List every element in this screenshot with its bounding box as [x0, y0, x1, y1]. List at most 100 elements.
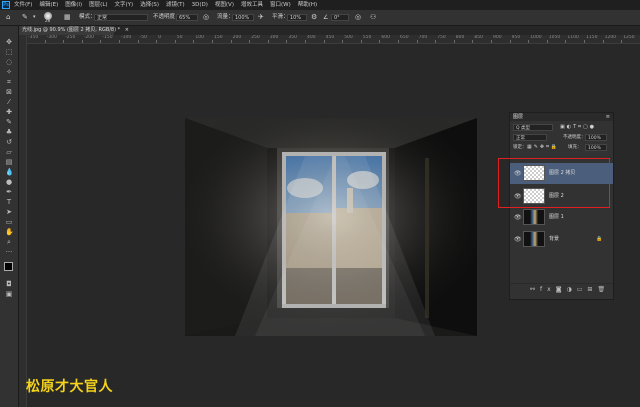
dodge-tool-icon[interactable]: ●: [5, 178, 13, 186]
ruler-tick-label: 200: [232, 35, 242, 40]
ruler-tick-label: 800: [455, 35, 465, 40]
opacity-input[interactable]: 65%: [176, 14, 198, 21]
close-icon[interactable]: ×: [125, 27, 129, 33]
ruler-tick-label: 50: [176, 35, 183, 40]
horizontal-ruler: -350 -300 -250 -200 -150 -100 -50 0 50 100 150 200 2…: [26, 35, 640, 44]
lasso-tool-icon[interactable]: ◌: [5, 58, 13, 66]
symmetry-icon[interactable]: ⚇: [370, 10, 376, 25]
smoothing-input[interactable]: 10%: [287, 14, 307, 21]
ruler-tick-label: 0: [158, 35, 162, 40]
zoom-tool-icon[interactable]: ⌕: [5, 238, 13, 246]
ruler-tick-label: -250: [65, 35, 76, 40]
type-tool-icon[interactable]: T: [5, 198, 13, 206]
panel-menu-icon[interactable]: ≡: [606, 113, 610, 121]
menu-type[interactable]: 文字(Y): [115, 0, 134, 10]
ruler-tick-label: 1200: [604, 35, 617, 40]
ruler-tick-mark: [249, 40, 251, 43]
chevron-down-icon[interactable]: ▾: [33, 10, 36, 25]
brush-tool-icon[interactable]: ✎: [5, 118, 13, 126]
mode-select[interactable]: 正常: [94, 14, 148, 21]
gear-icon[interactable]: ⚙: [311, 10, 317, 25]
window-photo: [185, 118, 477, 336]
ruler-tick-label: 100: [195, 35, 204, 40]
frame-tool-icon[interactable]: ⊠: [5, 88, 13, 96]
eye-icon[interactable]: 👁: [514, 236, 522, 243]
document-tab[interactable]: 光线.jpg @ 90.9% (图层 2 拷贝, RGB/8) * ×: [19, 26, 129, 35]
blur-tool-icon[interactable]: 💧: [5, 168, 14, 176]
lock-icons[interactable]: ▦✎✥⌗🔒: [527, 144, 559, 151]
ruler-tick-label: 500: [344, 35, 353, 40]
layer-row-background[interactable]: 👁 背景 🔒: [510, 229, 613, 250]
ruler-tick-mark: [230, 40, 232, 43]
history-brush-tool-icon[interactable]: ↺: [5, 138, 13, 146]
menu-file[interactable]: 文件(F): [14, 0, 32, 10]
ruler-tick-mark: [323, 40, 325, 43]
menu-help[interactable]: 帮助(H): [298, 0, 317, 10]
marquee-tool-icon[interactable]: ⬚: [5, 48, 13, 56]
layer-footer-icons[interactable]: ⚯fx◙◑▭⊞🗑: [530, 286, 610, 294]
eraser-tool-icon[interactable]: ▱: [5, 148, 13, 156]
ruler-tick-label: -50: [139, 35, 147, 40]
home-icon[interactable]: ⌂: [6, 10, 10, 25]
blend-mode-select[interactable]: 正常: [513, 134, 547, 141]
quick-select-tool-icon[interactable]: ✧: [5, 68, 13, 76]
path-select-tool-icon[interactable]: ➤: [5, 208, 13, 216]
ruler-tick-label: 400: [307, 35, 316, 40]
rectangle-tool-icon[interactable]: ▭: [5, 218, 13, 226]
brush-settings-icon[interactable]: ▦: [64, 10, 71, 25]
angle-input[interactable]: 0°: [331, 14, 349, 21]
ruler-tick-label: -150: [102, 35, 113, 40]
brush-tool-icon[interactable]: ✎: [22, 10, 28, 25]
layers-panel-title[interactable]: 图层: [513, 113, 523, 121]
lock-label: 锁定：: [513, 145, 527, 150]
quick-mask-icon[interactable]: ◘: [5, 280, 13, 288]
eye-icon[interactable]: 👁: [514, 214, 522, 221]
ruler-tick-mark: [305, 40, 306, 43]
crop-tool-icon[interactable]: ⌗: [5, 78, 13, 86]
menu-3d[interactable]: 3D(D): [192, 0, 208, 10]
fill-input[interactable]: 100%: [585, 144, 607, 151]
layer-filter-icons[interactable]: ▣◐T⌗▢●: [560, 123, 596, 131]
layer-row-layer1[interactable]: 👁 图层 1: [510, 207, 613, 228]
layer-thumbnail: [523, 209, 545, 225]
screen-mode-icon[interactable]: ▣: [5, 290, 13, 298]
menu-layer[interactable]: 图层(L): [89, 0, 107, 10]
pressure-opacity-icon[interactable]: ◎: [203, 10, 209, 25]
gradient-tool-icon[interactable]: ▤: [5, 158, 13, 166]
airbrush-icon[interactable]: ✈: [258, 10, 264, 25]
ruler-tick-label: 1000: [530, 35, 542, 40]
ruler-tick-mark: [100, 40, 102, 43]
clone-stamp-tool-icon[interactable]: ♣: [5, 128, 13, 136]
layer-opacity-input[interactable]: 100%: [585, 134, 607, 141]
healing-brush-tool-icon[interactable]: ✚: [5, 108, 13, 116]
menu-image[interactable]: 图像(I): [65, 0, 82, 10]
ruler-tick-label: 900: [493, 35, 502, 40]
fill-label: 填充：: [568, 145, 582, 150]
move-tool-icon[interactable]: ✥: [5, 38, 13, 46]
menu-window[interactable]: 窗口(W): [270, 0, 291, 10]
pen-tool-icon[interactable]: ✒: [5, 188, 13, 196]
canvas-image[interactable]: [185, 118, 477, 336]
ruler-tick-mark: [174, 40, 176, 43]
hand-tool-icon[interactable]: ✋: [5, 228, 14, 236]
menu-edit[interactable]: 编辑(E): [39, 0, 58, 10]
document-tab-bar: 光线.jpg @ 90.9% (图层 2 拷贝, RGB/8) * ×: [19, 26, 640, 35]
eyedropper-tool-icon[interactable]: ⁄: [5, 98, 13, 106]
menu-plugins[interactable]: 增效工具: [241, 0, 263, 10]
watermark-text: 松原才大官人: [26, 379, 113, 395]
photoshop-logo: Ps: [2, 1, 10, 9]
ruler-tick-label: 150: [214, 35, 223, 40]
foreground-color-swatch[interactable]: [4, 262, 13, 271]
document-tab-title: 光线.jpg @ 90.9% (图层 2 拷贝, RGB/8) *: [22, 27, 121, 33]
options-bar: ⌂ ✎ ▾ 28 ▦ 模式： 正常 不透明度： 65% ◎ 流量： 100% ✈…: [0, 10, 640, 26]
menu-filter[interactable]: 滤镜(T): [166, 0, 185, 10]
menu-select[interactable]: 选择(S): [140, 0, 159, 10]
ruler-tick-label: 450: [325, 35, 335, 40]
more-tools-icon[interactable]: ···: [5, 248, 13, 256]
menu-view[interactable]: 视图(V): [215, 0, 234, 10]
layer-filter-select[interactable]: Q 类型: [513, 124, 553, 131]
ruler-tick-mark: [44, 40, 46, 43]
pressure-size-icon[interactable]: ◎: [355, 10, 361, 25]
layers-panel-header: 图层 ≡: [510, 113, 613, 121]
flow-input[interactable]: 100%: [232, 14, 254, 21]
